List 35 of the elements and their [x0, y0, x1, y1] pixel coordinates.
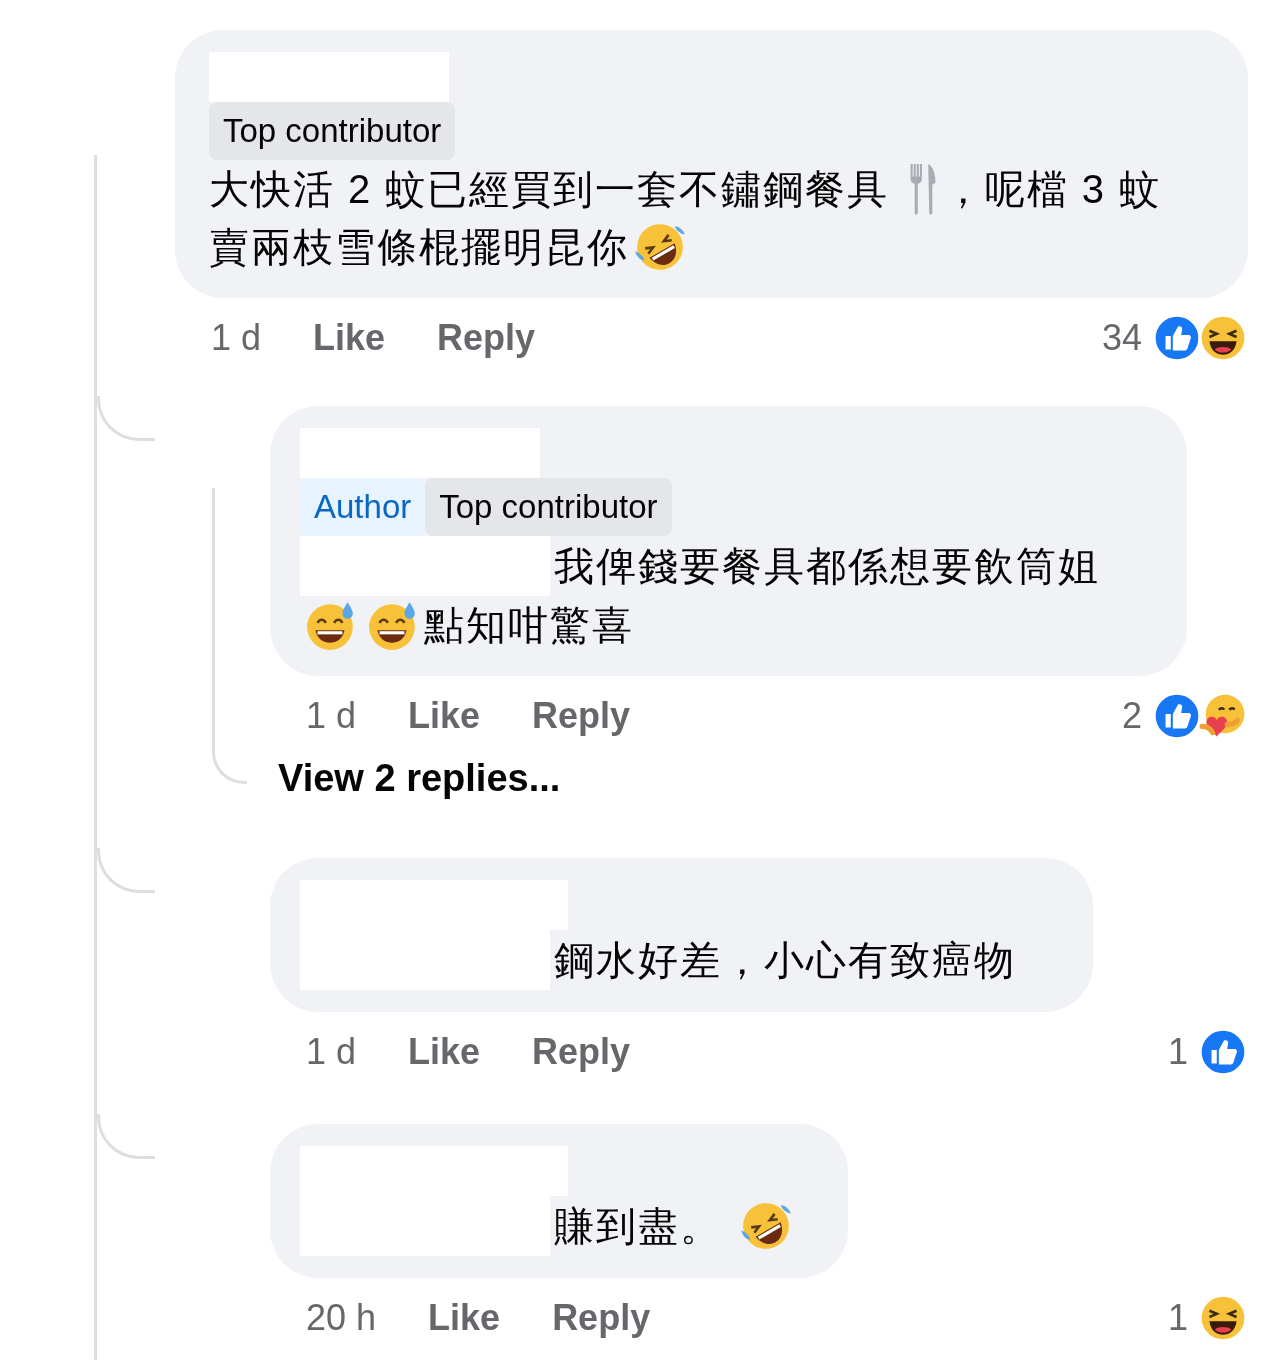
comment-action-link[interactable]: Like — [313, 317, 386, 359]
badge: Top contributor — [425, 478, 672, 536]
comment-time: 1 d — [306, 695, 357, 737]
comment-time: 1 d — [211, 317, 262, 359]
comment-text: ，呢檔 3 蚊 — [942, 166, 1162, 213]
comment-action-link[interactable]: Like — [428, 1297, 501, 1339]
comment-action-link[interactable]: Reply — [532, 695, 631, 737]
reaction-count: 34 — [1101, 317, 1142, 359]
comment-text: 賣兩枝雪條棍擺明昆你 — [209, 224, 629, 271]
comment-action-link[interactable]: Like — [408, 695, 481, 737]
badge: Author — [300, 478, 426, 536]
laughing-reaction-icon — [1198, 313, 1248, 363]
comment-text: 賺到盡。 — [554, 1203, 723, 1250]
like-reaction-icon — [1152, 313, 1202, 363]
laughing-reaction-icon — [1198, 1293, 1248, 1343]
comment-action-link[interactable]: Reply — [437, 317, 536, 359]
comment-text: 鋼水好差，小心有致癌物 — [554, 937, 1016, 984]
like-reaction-icon — [1152, 691, 1202, 741]
comment-text: 大快活 2 蚊已經買到一套不鏽鋼餐具 — [209, 166, 891, 213]
comment-time: 20 h — [306, 1297, 377, 1339]
comment-action-link[interactable]: Reply — [532, 1031, 631, 1073]
view-replies-link[interactable]: View 2 replies... — [278, 757, 561, 799]
reaction-count: 1 — [1167, 1297, 1188, 1339]
comment-text: 點知咁驚喜 — [424, 602, 634, 649]
reaction-count: 2 — [1121, 695, 1142, 737]
thread-connector — [97, 848, 155, 893]
thread-connector — [97, 1114, 155, 1159]
comment-text: 我俾錢要餐具都係想要飲筒姐 — [554, 543, 1100, 590]
thread-connector — [97, 396, 155, 441]
like-reaction-icon — [1198, 1027, 1248, 1077]
badge: Top contributor — [209, 102, 456, 160]
comment-action-link[interactable]: Like — [408, 1031, 481, 1073]
comment-action-link[interactable]: Reply — [552, 1297, 651, 1339]
reaction-count: 1 — [1167, 1031, 1188, 1073]
comment-time: 1 d — [306, 1031, 357, 1073]
